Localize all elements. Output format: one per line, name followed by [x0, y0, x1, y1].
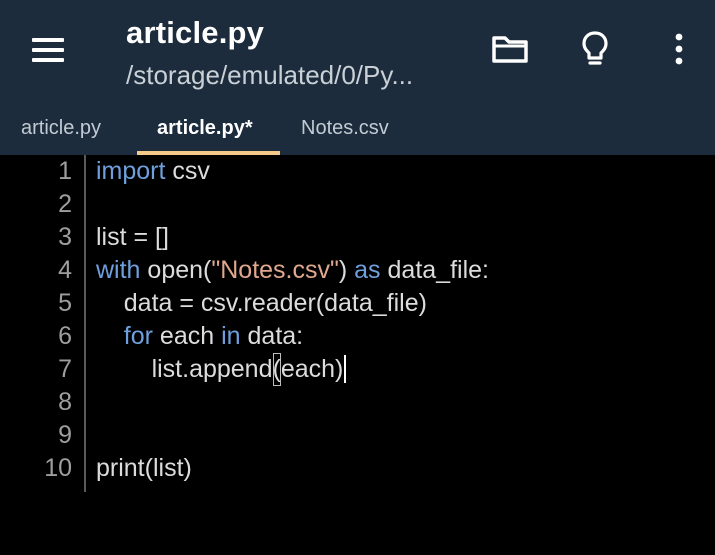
lightbulb-icon[interactable] [572, 26, 618, 72]
matched-bracket-highlight: ( [272, 353, 281, 386]
file-path: /storage/emulated/0/Py... [126, 60, 414, 90]
code-line-6[interactable]: for each in data: [96, 320, 303, 353]
code-line-10[interactable]: print(list) [96, 452, 192, 485]
line-number: 7 [58, 355, 72, 383]
tab-notes-csv[interactable]: Notes.csv [301, 102, 389, 155]
line-number: 10 [44, 454, 72, 482]
keyword-token: in [221, 322, 241, 350]
line-number: 1 [58, 157, 72, 185]
tab-article-py[interactable]: article.py [21, 102, 101, 155]
code-token: each [152, 322, 222, 350]
keyword-token: for [123, 322, 153, 350]
code-token: data: [240, 322, 304, 350]
tab-article-py-modified[interactable]: article.py* [157, 102, 253, 155]
line-number: 5 [58, 289, 72, 317]
file-title: article.py [126, 15, 265, 50]
app-bar: article.py /storage/emulated/0/Py... [0, 0, 715, 102]
code-line-7[interactable]: list.append(each) [96, 353, 347, 386]
code-line-3[interactable]: list = [] [96, 221, 169, 254]
code-token: list.append [96, 355, 273, 383]
line-number: 2 [58, 190, 72, 218]
keyword-token: import [96, 157, 166, 185]
code-token: data_file: [380, 256, 489, 284]
line-number: 8 [58, 388, 72, 416]
code-token: each) [280, 355, 344, 383]
code-token: csv [165, 157, 210, 185]
text-cursor [344, 355, 347, 383]
gutter-divider [84, 155, 86, 492]
code-token: open( [140, 256, 212, 284]
tab-bar: article.py article.py* Notes.csv [0, 102, 715, 155]
keyword-token: with [96, 256, 141, 284]
string-token: "Notes.csv" [211, 256, 339, 284]
line-number: 3 [58, 223, 72, 251]
folder-icon[interactable] [487, 26, 533, 72]
line-number: 9 [58, 421, 72, 449]
code-line-4[interactable]: with open("Notes.csv") as data_file: [96, 254, 489, 287]
more-vertical-icon[interactable] [656, 26, 702, 72]
code-token: print(list) [96, 454, 192, 482]
line-number: 4 [58, 256, 72, 284]
code-token: ) [338, 256, 355, 284]
keyword-token: as [354, 256, 381, 284]
hamburger-menu-icon[interactable] [26, 30, 72, 70]
code-token: data = csv.reader(data_file) [96, 289, 427, 317]
line-number: 6 [58, 322, 72, 350]
code-token: list = [] [96, 223, 169, 251]
code-editor[interactable]: 1 2 3 4 5 6 7 8 9 10 import csv list = [… [0, 155, 715, 555]
code-line-5[interactable]: data = csv.reader(data_file) [96, 287, 427, 320]
code-line-1[interactable]: import csv [96, 155, 210, 188]
